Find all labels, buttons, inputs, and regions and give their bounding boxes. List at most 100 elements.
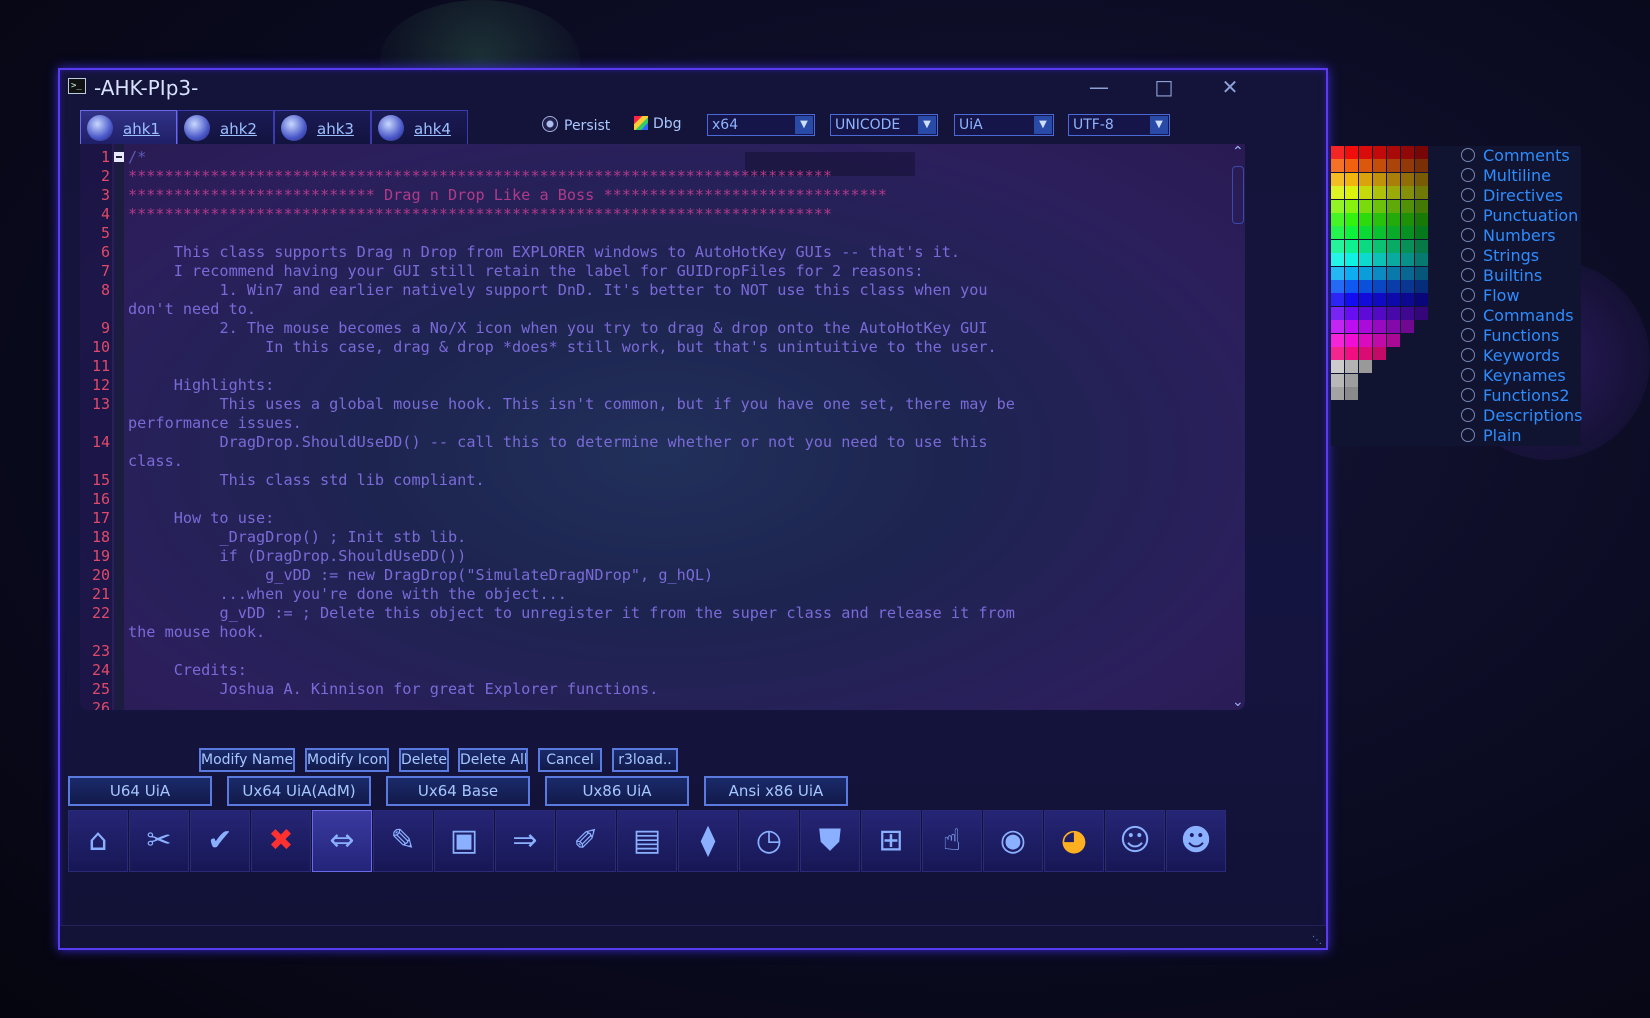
palette-swatch[interactable] (1345, 213, 1358, 226)
palette-swatch[interactable] (1345, 159, 1358, 173)
ansi-x86-uia-button[interactable]: Ansi x86 UiA (704, 776, 848, 806)
tab-ahk3[interactable]: ahk3 (274, 110, 371, 146)
toolbar-button[interactable]: ⊞ (861, 810, 921, 872)
toolbar-button[interactable]: ✐ (556, 810, 616, 872)
toolbar-button[interactable]: ▣ (434, 810, 494, 872)
palette-swatch[interactable] (1359, 239, 1372, 253)
fold-toggle-icon[interactable] (114, 152, 124, 162)
palette-swatch[interactable] (1401, 253, 1414, 267)
palette-swatch[interactable] (1387, 320, 1400, 334)
palette-swatch[interactable] (1401, 320, 1414, 334)
syntax-category-item[interactable]: Directives (1461, 186, 1563, 206)
toolbar-button[interactable]: ◕ (1044, 810, 1104, 872)
palette-swatch[interactable] (1373, 199, 1386, 213)
palette-swatch[interactable] (1345, 360, 1358, 374)
toolbar-button[interactable]: ⇒ (495, 810, 555, 872)
palette-swatch[interactable] (1345, 306, 1358, 320)
palette-swatch[interactable] (1401, 172, 1414, 186)
palette-swatch[interactable] (1415, 186, 1428, 200)
palette-swatch[interactable] (1387, 172, 1400, 186)
palette-swatch[interactable] (1345, 373, 1358, 387)
cancel-button[interactable]: Cancel (538, 748, 602, 772)
palette-swatch[interactable] (1359, 146, 1372, 159)
syntax-category-item[interactable]: Flow (1461, 286, 1520, 306)
palette-swatch[interactable] (1415, 293, 1428, 307)
chevron-down-icon[interactable]: ▼ (1150, 116, 1168, 134)
palette-swatch[interactable] (1359, 226, 1372, 240)
palette-swatch[interactable] (1331, 293, 1344, 307)
toolbar-button[interactable]: ✎ (373, 810, 433, 872)
maximize-icon[interactable]: □ (1150, 76, 1178, 98)
palette-swatch[interactable] (1331, 387, 1344, 401)
palette-swatch[interactable] (1359, 306, 1372, 320)
tab-ahk1[interactable]: ahk1 (80, 110, 177, 146)
palette-swatch[interactable] (1331, 186, 1344, 200)
access-select[interactable]: UiA ▼ (954, 114, 1054, 136)
syntax-category-item[interactable]: Functions2 (1461, 386, 1570, 406)
palette-swatch[interactable] (1401, 306, 1414, 320)
palette-swatch[interactable] (1359, 172, 1372, 186)
palette-swatch[interactable] (1373, 172, 1386, 186)
palette-swatch[interactable] (1401, 266, 1414, 280)
palette-swatch[interactable] (1387, 306, 1400, 320)
palette-swatch[interactable] (1401, 146, 1414, 159)
toolbar-button[interactable]: ⧫ (678, 810, 738, 872)
palette-swatch[interactable] (1387, 239, 1400, 253)
palette-swatch[interactable] (1415, 239, 1428, 253)
title-bar[interactable]: >_ -AHK-PIp3- — □ ✕ (60, 70, 1326, 104)
palette-swatch[interactable] (1331, 373, 1344, 387)
palette-swatch[interactable] (1415, 213, 1428, 226)
palette-swatch[interactable] (1373, 159, 1386, 173)
modify-name-button[interactable]: Modify Name (199, 748, 295, 772)
palette-swatch[interactable] (1359, 186, 1372, 200)
syntax-category-item[interactable]: Strings (1461, 246, 1539, 266)
palette-swatch[interactable] (1359, 213, 1372, 226)
palette-swatch[interactable] (1345, 253, 1358, 267)
toolbar-button[interactable]: ⌂ (68, 810, 128, 872)
chevron-up-icon[interactable]: ⌃ (1232, 144, 1244, 160)
palette-swatch[interactable] (1401, 226, 1414, 240)
palette-swatch[interactable] (1373, 226, 1386, 240)
modify-icon-button[interactable]: Modify Icon (305, 748, 389, 772)
palette-swatch[interactable] (1401, 213, 1414, 226)
syntax-category-item[interactable]: Punctuation (1461, 206, 1578, 226)
toolbar-button[interactable]: ✔ (190, 810, 250, 872)
palette-swatch[interactable] (1387, 333, 1400, 347)
persist-radio[interactable]: Persist (542, 116, 610, 134)
ux86-uia-button[interactable]: Ux86 UiA (545, 776, 689, 806)
palette-swatch[interactable] (1415, 159, 1428, 173)
minimize-icon[interactable]: — (1085, 76, 1113, 98)
palette-swatch[interactable] (1331, 306, 1344, 320)
tab-ahk2[interactable]: ahk2 (177, 110, 274, 146)
palette-swatch[interactable] (1331, 266, 1344, 280)
palette-swatch[interactable] (1359, 333, 1372, 347)
palette-swatch[interactable] (1387, 146, 1400, 159)
palette-swatch[interactable] (1415, 306, 1428, 320)
palette-swatch[interactable] (1331, 333, 1344, 347)
u64-uia-button[interactable]: U64 UiA (68, 776, 212, 806)
palette-swatch[interactable] (1415, 199, 1428, 213)
palette-swatch[interactable] (1415, 253, 1428, 267)
arch-select[interactable]: x64 ▼ (707, 114, 815, 136)
toolbar-button[interactable]: ◉ (983, 810, 1043, 872)
chevron-down-icon[interactable]: ⌄ (1232, 694, 1244, 710)
ux64-uia-adm-button[interactable]: Ux64 UiA(AdM) (227, 776, 371, 806)
palette-swatch[interactable] (1345, 293, 1358, 307)
palette-swatch[interactable] (1415, 146, 1428, 159)
palette-swatch[interactable] (1345, 387, 1358, 401)
syntax-category-item[interactable]: Builtins (1461, 266, 1542, 286)
palette-swatch[interactable] (1373, 333, 1386, 347)
palette-swatch[interactable] (1401, 280, 1414, 293)
toolbar-button[interactable]: ✖ (251, 810, 311, 872)
delete-button[interactable]: Delete (399, 748, 449, 772)
toolbar-button[interactable]: ☻ (1166, 810, 1226, 872)
palette-swatch[interactable] (1373, 320, 1386, 334)
syntax-category-item[interactable]: Comments (1461, 146, 1570, 166)
palette-swatch[interactable] (1387, 199, 1400, 213)
palette-swatch[interactable] (1373, 253, 1386, 267)
palette-swatch[interactable] (1331, 172, 1344, 186)
scroll-thumb[interactable] (1232, 166, 1244, 224)
palette-swatch[interactable] (1345, 320, 1358, 334)
palette-swatch[interactable] (1387, 186, 1400, 200)
palette-swatch[interactable] (1387, 213, 1400, 226)
